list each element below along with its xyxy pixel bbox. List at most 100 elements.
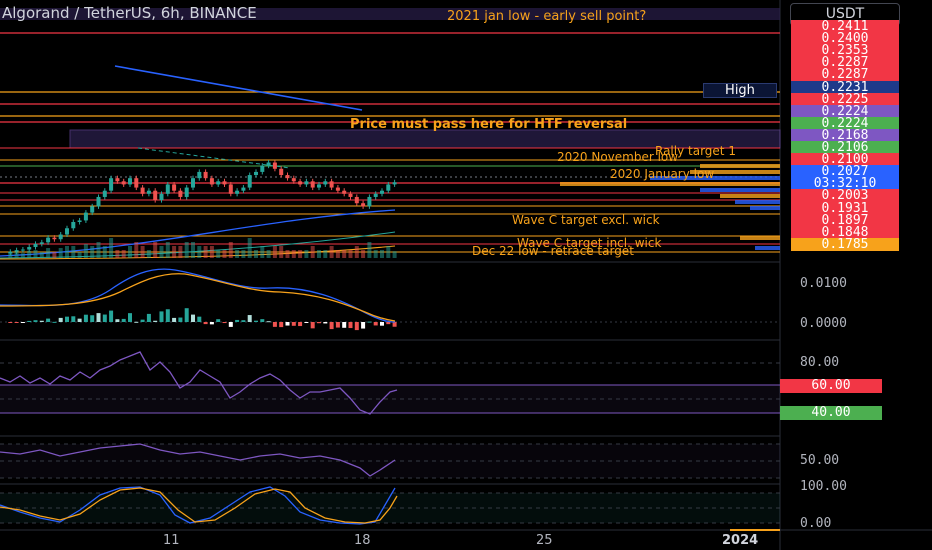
macd-bar bbox=[335, 322, 340, 328]
candle-body bbox=[83, 212, 88, 221]
candle-body bbox=[58, 234, 63, 240]
volume-bar bbox=[266, 250, 271, 258]
macd-bar bbox=[260, 319, 265, 322]
price-label: 0.1785 bbox=[791, 237, 899, 251]
volume-bar bbox=[27, 250, 32, 258]
macd-bar bbox=[58, 317, 63, 322]
candle-body bbox=[317, 184, 321, 188]
annotation-2021-jan-low: 2021 jan low - early sell point? bbox=[447, 9, 647, 24]
macd-bar bbox=[342, 322, 347, 328]
volume-bar bbox=[367, 242, 372, 258]
candle-body bbox=[361, 203, 366, 207]
macd-bar bbox=[8, 322, 13, 323]
candle-body bbox=[159, 193, 164, 201]
volume-bar bbox=[184, 242, 189, 258]
volume-bar bbox=[373, 250, 378, 258]
macd-bar bbox=[203, 322, 208, 325]
macd-bar bbox=[184, 308, 189, 322]
macd-axis-label: 0.0100 bbox=[800, 276, 847, 291]
candle-body bbox=[134, 178, 139, 188]
osc-axis-label: 50.00 bbox=[800, 453, 840, 468]
macd-bar bbox=[33, 320, 38, 322]
candle-body bbox=[203, 171, 208, 179]
volume-bar bbox=[317, 250, 321, 258]
candle-body bbox=[380, 190, 384, 194]
volume-bar bbox=[342, 250, 347, 258]
annotation-2020-nov-low: 2020 November low bbox=[557, 150, 679, 164]
volume-bar bbox=[285, 250, 290, 258]
macd-bar bbox=[354, 322, 359, 331]
volume-bar bbox=[109, 238, 114, 258]
candle-body bbox=[33, 243, 38, 248]
candle-body bbox=[209, 178, 214, 185]
macd-bar bbox=[197, 316, 202, 322]
candle-body bbox=[392, 182, 397, 185]
macd-bar bbox=[191, 314, 195, 322]
volume-bar bbox=[361, 250, 366, 258]
volume-bar bbox=[310, 246, 315, 258]
volume-bar bbox=[165, 242, 170, 258]
osc-pane bbox=[0, 443, 780, 479]
trend-lines bbox=[0, 65, 396, 260]
candle-body bbox=[279, 168, 284, 176]
volume-bar bbox=[323, 250, 328, 258]
macd-bar bbox=[209, 322, 214, 325]
candle-body bbox=[20, 249, 25, 251]
macd-bar bbox=[153, 320, 158, 322]
stoch-pane bbox=[0, 486, 780, 525]
volume-bar bbox=[14, 252, 19, 258]
volume-bar bbox=[83, 244, 88, 258]
x-tick-label: 2024 bbox=[722, 533, 759, 548]
candle-body bbox=[241, 187, 246, 191]
volume-bar bbox=[159, 246, 164, 258]
annotation-wave-c-excl: Wave C target excl. wick bbox=[512, 213, 660, 227]
candle-body bbox=[304, 181, 309, 185]
volume-bar bbox=[380, 250, 384, 258]
macd-bar bbox=[121, 318, 126, 322]
candle-body bbox=[247, 175, 252, 188]
volume-bar bbox=[140, 246, 145, 258]
volume-bar bbox=[392, 251, 397, 258]
candles bbox=[8, 160, 397, 258]
macd-bar bbox=[279, 322, 284, 328]
volume-bar bbox=[71, 246, 76, 258]
macd-bar bbox=[83, 314, 88, 322]
macd-pane bbox=[0, 268, 780, 331]
volume-bar bbox=[254, 250, 258, 258]
volume-bar bbox=[20, 253, 25, 258]
macd-bar bbox=[27, 320, 32, 322]
macd-bar bbox=[65, 316, 69, 322]
annotation-2020-jan-low: 2020 January low bbox=[610, 167, 715, 181]
candle-body bbox=[109, 178, 114, 191]
volume-bar bbox=[172, 246, 177, 258]
volume-bar bbox=[8, 252, 13, 258]
volume-bar bbox=[146, 250, 151, 258]
x-tick-label: 18 bbox=[354, 533, 371, 548]
volume-bar bbox=[291, 250, 296, 258]
macd-bar bbox=[109, 310, 114, 322]
candle-body bbox=[46, 237, 51, 243]
macd-bar bbox=[272, 322, 277, 327]
candle-body bbox=[121, 181, 126, 185]
macd-bar bbox=[361, 322, 366, 329]
macd-bar bbox=[159, 311, 164, 322]
candle-body bbox=[348, 193, 353, 197]
candle-body bbox=[191, 178, 195, 188]
volume-bar bbox=[153, 242, 158, 258]
volume-bar bbox=[96, 242, 101, 258]
high-tag: High bbox=[703, 83, 777, 98]
volume-bar bbox=[348, 250, 353, 258]
macd-bar bbox=[323, 322, 328, 324]
candle-body bbox=[77, 220, 82, 222]
macd-bar bbox=[14, 322, 19, 323]
macd-bar bbox=[172, 317, 177, 322]
candle-body bbox=[65, 228, 69, 235]
macd-bar bbox=[165, 309, 170, 322]
macd-bar bbox=[77, 318, 82, 322]
volume-bar bbox=[304, 250, 309, 258]
volume-bar bbox=[191, 242, 195, 258]
candle-body bbox=[310, 181, 315, 188]
macd-bar bbox=[46, 318, 51, 322]
volume-bar bbox=[209, 246, 214, 258]
stoch-axis-label: 0.00 bbox=[800, 516, 832, 531]
